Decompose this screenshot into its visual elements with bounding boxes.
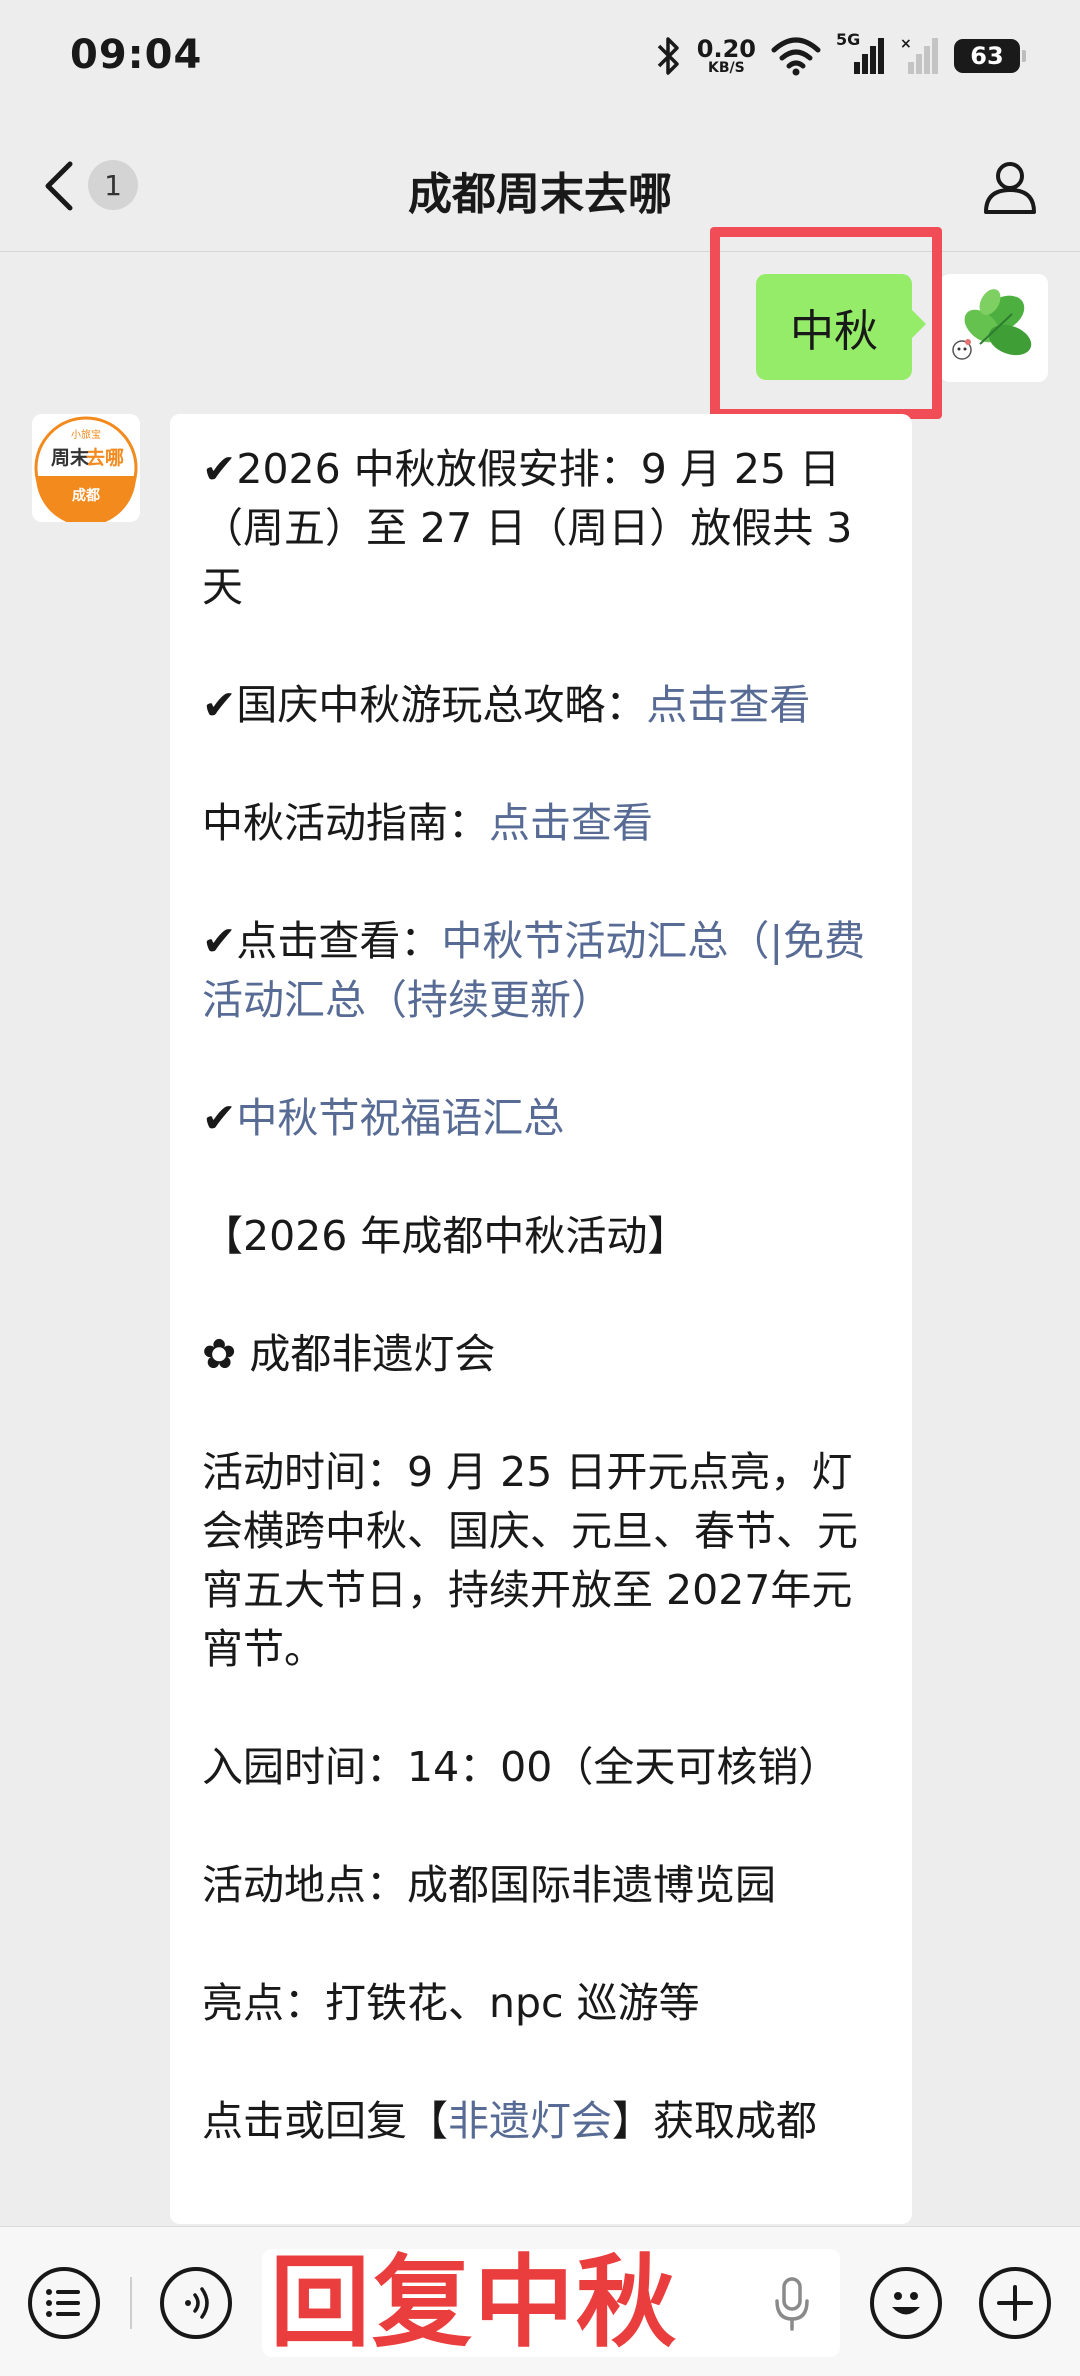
network-speed: 0.20 KB/S (697, 37, 756, 75)
network-speed-value: 0.20 (696, 35, 756, 63)
voice-input-button[interactable] (160, 2267, 232, 2339)
status-icons: 0.20 KB/S 5G × 63 (653, 30, 1026, 78)
svg-text:小旅宝: 小旅宝 (71, 428, 101, 441)
greetings-line: ✔中秋节祝福语汇总 (202, 1089, 884, 1148)
svg-text:周末: 周末 (51, 446, 90, 469)
reply-keyword-line: 点击或回复【非遗灯会】获取成都 (202, 2092, 884, 2151)
event-highlights-text: 亮点：打铁花、npc 巡游等 (202, 1979, 700, 2027)
activity-guide-link[interactable]: 点击查看 (489, 799, 653, 847)
battery-indicator: 63 (954, 39, 1026, 73)
greetings-link[interactable]: 中秋节祝福语汇总 (236, 1094, 564, 1142)
reply-keyword-suffix: 】获取成都 (612, 2097, 817, 2145)
svg-text:去哪: 去哪 (86, 446, 124, 469)
status-bar: 09:04 0.20 KB/S 5G × 63 (0, 0, 1080, 118)
lantern-festival-link[interactable]: 非遗灯会 (448, 2097, 612, 2145)
entry-time-text: 入园时间：14：00（全天可核销） (202, 1743, 840, 1791)
menu-toggle-button[interactable] (28, 2267, 100, 2339)
microphone-icon[interactable] (774, 2277, 810, 2331)
reply-keyword-prefix: 点击或回复【 (202, 2097, 448, 2145)
input-toolbar: 回复中秋 (0, 2226, 1080, 2376)
signal-type-label: 5G (836, 30, 861, 49)
travel-guide-line: ✔国庆中秋游玩总攻略：点击查看 (202, 676, 884, 735)
cellular-signal-icon: 5G (836, 30, 886, 76)
holiday-schedule-text: ✔2026 中秋放假安排：9 月 25 日（周五）至 27 日（周日）放假共 3… (202, 445, 866, 611)
travel-guide-label: ✔国庆中秋游玩总攻略： (202, 681, 647, 729)
event-location-text: 活动地点：成都国际非遗博览园 (202, 1861, 776, 1909)
section-heading: 【2026 年成都中秋活动】 (202, 1212, 689, 1260)
svg-text:成都: 成都 (72, 487, 100, 504)
emoji-button[interactable] (870, 2267, 942, 2339)
activity-guide-label: 中秋活动指南： (202, 799, 489, 847)
activity-summary-label: ✔点击查看： (202, 917, 442, 965)
reply-instruction-overlay: 回复中秋 (270, 2244, 678, 2361)
account-logo: 小旅宝 周末 去哪 成都 (32, 414, 140, 522)
highlight-annotation-box (710, 227, 942, 419)
travel-guide-link[interactable]: 点击查看 (646, 681, 810, 729)
voice-wave-icon (185, 2287, 209, 2319)
bluetooth-icon (657, 37, 679, 75)
more-actions-button[interactable] (979, 2267, 1051, 2339)
profile-icon[interactable] (980, 156, 1040, 216)
event-time-text: 活动时间：9 月 25 日开元点亮，灯会横跨中秋、国庆、元旦、春节、元宵五大节日… (202, 1448, 858, 1673)
plus-icon (997, 2285, 1033, 2321)
status-time: 09:04 (70, 32, 203, 78)
network-speed-unit: KB/S (708, 60, 745, 76)
greetings-check: ✔ (202, 1094, 237, 1142)
official-account-avatar[interactable]: 小旅宝 周末 去哪 成都 (32, 414, 140, 522)
list-menu-icon (46, 2289, 80, 2317)
secondary-signal-icon: × (900, 36, 938, 74)
wifi-icon (771, 37, 821, 76)
activity-guide-line: 中秋活动指南：点击查看 (202, 794, 884, 853)
chat-title: 成都周末去哪 (408, 169, 672, 220)
leaf-avatar-icon (940, 274, 1048, 382)
activity-summary-line: ✔点击查看：中秋节活动汇总（|免费活动汇总（持续更新） (202, 912, 884, 1030)
smiley-icon (892, 2292, 920, 2315)
received-message-bubble: ✔2026 中秋放假安排：9 月 25 日（周五）至 27 日（周日）放假共 3… (170, 414, 912, 2224)
svg-text:×: × (900, 36, 912, 52)
message-input[interactable]: 回复中秋 (262, 2249, 840, 2357)
user-avatar[interactable] (940, 274, 1048, 382)
event-title: ✿ 成都非遗灯会 (202, 1330, 496, 1378)
toolbar-divider (130, 2277, 132, 2329)
